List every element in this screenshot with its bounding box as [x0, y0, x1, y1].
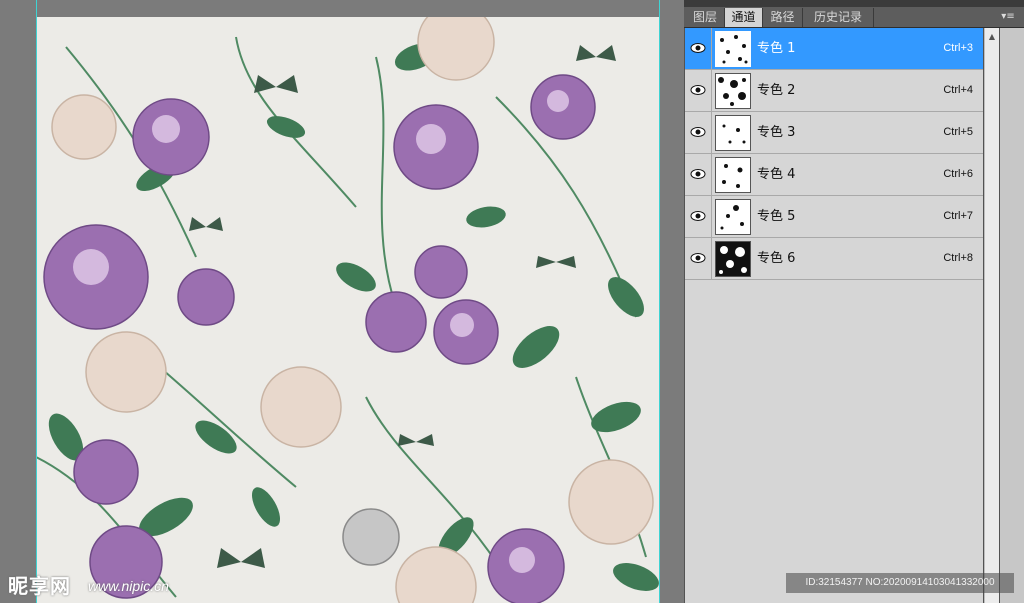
channel-row[interactable]: 专色 1 Ctrl+3: [685, 28, 983, 70]
channel-thumbnail: [715, 73, 751, 109]
eye-icon: [690, 211, 706, 221]
channel-thumbnail: [715, 115, 751, 151]
watermark-url: www.nipic.cn: [88, 578, 169, 594]
channel-shortcut: Ctrl+8: [943, 252, 973, 264]
channel-shortcut: Ctrl+3: [943, 42, 973, 54]
eye-icon: [690, 43, 706, 53]
channel-row[interactable]: 专色 2 Ctrl+4: [685, 70, 983, 112]
eye-icon: [690, 169, 706, 179]
watermark-id: ID:32154377 NO:20200914103041332000: [786, 573, 1014, 593]
channel-name: 专色 1: [757, 41, 796, 56]
channels-panel: 图层 通道 路径 历史记录 ▾≡ 专色 1 Ctrl+3 专色 2 Ctrl+4: [684, 0, 1024, 603]
channel-name: 专色 2: [757, 83, 796, 98]
channel-shortcut: Ctrl+6: [943, 168, 973, 180]
visibility-toggle[interactable]: [685, 154, 712, 195]
tab-paths[interactable]: 路径: [763, 8, 803, 27]
visibility-toggle[interactable]: [685, 28, 712, 69]
eye-icon: [690, 127, 706, 137]
panel-tab-bar: 图层 通道 路径 历史记录 ▾≡: [684, 7, 1024, 28]
channel-thumbnail: [715, 199, 751, 235]
document-workspace: [0, 0, 684, 603]
eye-icon: [690, 85, 706, 95]
channel-name: 专色 5: [757, 209, 796, 224]
channel-thumbnail: [715, 241, 751, 277]
visibility-toggle[interactable]: [685, 238, 712, 279]
eye-icon: [690, 253, 706, 263]
channel-row[interactable]: 专色 5 Ctrl+7: [685, 196, 983, 238]
guide-line-right: [659, 0, 660, 603]
channel-thumbnail: [715, 157, 751, 193]
visibility-toggle[interactable]: [685, 70, 712, 111]
channel-list: 专色 1 Ctrl+3 专色 2 Ctrl+4 专色 3 Ctrl+5 专色 4…: [685, 28, 983, 603]
visibility-toggle[interactable]: [685, 112, 712, 153]
channel-shortcut: Ctrl+7: [943, 210, 973, 222]
tab-history[interactable]: 历史记录: [803, 8, 874, 27]
channel-name: 专色 6: [757, 251, 796, 266]
panel-dock-strip: [1000, 28, 1024, 603]
panel-title-bar: [684, 0, 1024, 7]
channel-row[interactable]: 专色 6 Ctrl+8: [685, 238, 983, 280]
channel-name: 专色 4: [757, 167, 796, 182]
floral-pattern-artwork: [36, 17, 659, 603]
channel-list-scrollbar[interactable]: ▲: [984, 28, 999, 603]
channel-shortcut: Ctrl+4: [943, 84, 973, 96]
scroll-up-icon[interactable]: ▲: [985, 30, 999, 44]
document-canvas[interactable]: [36, 17, 660, 603]
watermark-logo: 昵享网: [8, 574, 71, 598]
channel-row[interactable]: 专色 4 Ctrl+6: [685, 154, 983, 196]
channel-name: 专色 3: [757, 125, 796, 140]
channel-thumbnail: [715, 31, 751, 67]
channel-row[interactable]: 专色 3 Ctrl+5: [685, 112, 983, 154]
panel-menu-icon[interactable]: ▾≡: [1000, 9, 1016, 25]
guide-line-left: [36, 0, 37, 603]
tab-layers[interactable]: 图层: [686, 8, 725, 27]
tab-channels[interactable]: 通道: [725, 8, 763, 27]
visibility-toggle[interactable]: [685, 196, 712, 237]
channel-shortcut: Ctrl+5: [943, 126, 973, 138]
